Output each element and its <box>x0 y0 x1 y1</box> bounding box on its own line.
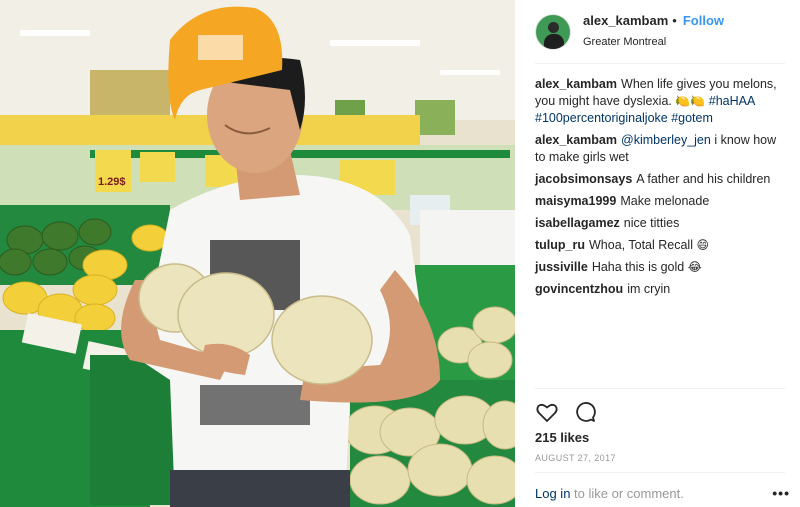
comment-item: tulup_ru Whoa, Total Recall 😄 <box>535 237 790 254</box>
separator-dot: • <box>672 13 677 28</box>
comment-text: nice titties <box>623 216 680 230</box>
post-header: alex_kambam • Follow Greater Montreal <box>515 0 800 63</box>
comment-username[interactable]: isabellagamez <box>535 216 620 230</box>
comment-username[interactable]: govincentzhou <box>535 282 623 296</box>
comment-item: govincentzhou im cryin <box>535 281 790 298</box>
avatar[interactable] <box>535 13 571 50</box>
comment-item: jacobsimonsays A father and his children <box>535 171 790 188</box>
avatar-body <box>544 33 564 49</box>
smile-emoji: 😄 <box>696 238 709 252</box>
login-prompt-rest: to like or comment. <box>570 485 684 501</box>
post-date: AUGUST 27, 2017 <box>535 453 616 463</box>
comment-text: Haha this is gold <box>591 260 685 274</box>
laugh-emoji: 😂 <box>687 260 702 274</box>
photo-scene: 1.29$ <box>0 0 515 507</box>
header-divider <box>535 63 785 64</box>
avatar-head <box>548 21 559 33</box>
header-row: alex_kambam • Follow <box>583 12 724 30</box>
action-bar <box>535 400 597 424</box>
more-options-icon[interactable]: ••• <box>772 485 790 501</box>
post-sidebar: alex_kambam • Follow Greater Montreal al… <box>515 0 800 507</box>
lemon-emoji: 🍋🍋 <box>675 94 706 108</box>
comment-text: A father and his children <box>636 172 771 186</box>
login-link[interactable]: Log in <box>535 486 570 501</box>
comment-username[interactable]: maisyma1999 <box>535 194 616 208</box>
caption: alex_kambam When life gives you melons, y… <box>535 76 790 127</box>
footer-divider <box>535 472 785 473</box>
post-photo[interactable]: 1.29$ <box>0 0 515 507</box>
comment-mention[interactable]: @kimberley_jen <box>621 133 711 147</box>
heart-icon[interactable] <box>535 400 559 424</box>
comment-username[interactable]: tulup_ru <box>535 238 585 252</box>
actions-divider <box>535 388 785 389</box>
comment-username[interactable]: alex_kambam <box>535 133 617 147</box>
comment-item: alex_kambam @kimberley_jen i know how to … <box>535 132 790 166</box>
header-username[interactable]: alex_kambam <box>583 12 668 30</box>
comment-icon[interactable] <box>573 400 597 424</box>
location-link[interactable]: Greater Montreal <box>583 33 724 51</box>
caption-username[interactable]: alex_kambam <box>535 77 617 91</box>
comment-text: Whoa, Total Recall <box>589 238 693 252</box>
comment-item: jussiville Haha this is gold 😂 <box>535 259 790 276</box>
header-text: alex_kambam • Follow Greater Montreal <box>583 12 724 51</box>
comments-list: alex_kambam When life gives you melons, y… <box>535 76 790 303</box>
follow-button[interactable]: Follow <box>683 12 724 30</box>
price-sign: 1.29$ <box>98 176 126 188</box>
comment-item: maisyma1999 Make melonade <box>535 193 790 210</box>
comment-text: Make melonade <box>620 194 710 208</box>
comment-username[interactable]: jussiville <box>535 260 588 274</box>
comment-item: isabellagamez nice titties <box>535 215 790 232</box>
login-prompt: Log in to like or comment. <box>535 486 684 501</box>
comment-username[interactable]: jacobsimonsays <box>535 172 632 186</box>
login-footer: Log in to like or comment. ••• <box>535 485 790 501</box>
comment-text: im cryin <box>627 282 671 296</box>
likes-count[interactable]: 215 likes <box>535 430 589 445</box>
